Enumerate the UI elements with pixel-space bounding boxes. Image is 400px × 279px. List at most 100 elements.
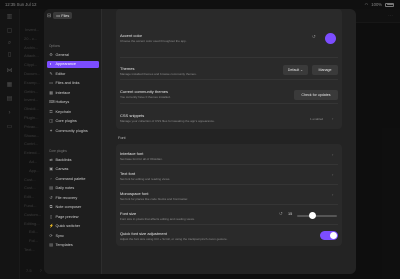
- lightning-icon: ⚡: [49, 224, 54, 229]
- sidebar-item-label: Interface: [55, 90, 71, 95]
- settings-content: Accent color Choose the accent color use…: [102, 9, 356, 274]
- sidebar-item-interface[interactable]: ▦ Interface: [47, 89, 99, 97]
- quick-font-toggle[interactable]: [320, 231, 338, 240]
- appearance-card: Accent color Choose the accent color use…: [116, 9, 342, 115]
- sidebar-item-label: Backlinks: [55, 157, 72, 162]
- sidebar-item-label: Core plugins: [55, 119, 77, 124]
- sidebar-item-core-plugins[interactable]: ◫ Core plugins: [47, 118, 99, 126]
- settings-sidebar-header: ⊟ ▭ Files: [47, 12, 73, 20]
- sidebar-item-templates[interactable]: ▤ Templates: [47, 242, 99, 250]
- accent-color-row: Accent color Choose the accent color use…: [116, 9, 342, 44]
- sidebar-item-quick-switcher[interactable]: ⚡ Quick switcher: [47, 223, 99, 231]
- text-font-desc: Set font for editing and reading views.: [120, 177, 171, 181]
- quick-font-title: Quick font size adjustment: [120, 231, 167, 236]
- css-snippets-title: CSS snippets: [120, 113, 145, 118]
- folder-icon: ▭: [56, 14, 60, 19]
- sidebar-item-hotkeys[interactable]: ⌨ Hotkeys: [47, 99, 99, 107]
- css-snippets-card: CSS snippets Manage your collection of C…: [116, 107, 342, 129]
- sidebar-item-sync[interactable]: ⟳ Sync: [47, 232, 99, 240]
- font-heading: Font: [118, 136, 126, 140]
- accent-color-title: Accent color: [120, 33, 143, 38]
- themes-row: Themes Manage installed themes and brows…: [116, 57, 342, 77]
- font-size-title: Font size: [120, 211, 137, 216]
- close-icon[interactable]: ⊟: [47, 13, 51, 19]
- text-font-title: Text font: [120, 171, 136, 176]
- template-icon: ▤: [49, 243, 53, 248]
- sidebar-item-canvas[interactable]: ▣ Canvas: [47, 166, 99, 174]
- keyboard-icon: ⌨: [49, 100, 55, 105]
- sidebar-item-daily-notes[interactable]: ▤ Daily notes: [47, 185, 99, 193]
- sidebar-item-label: Hotkeys: [55, 100, 70, 105]
- font-size-row: Font size Font size in pixels that affec…: [116, 204, 342, 224]
- text-font-row[interactable]: Text font Set font for editing and readi…: [116, 164, 342, 184]
- terminal-icon: ›: [50, 176, 52, 181]
- themes-title: Themes: [120, 66, 135, 71]
- canvas-icon: ▣: [49, 167, 53, 172]
- link-icon: ⇄: [49, 157, 53, 162]
- sidebar-item-backlinks[interactable]: ⇄ Backlinks: [47, 156, 99, 164]
- current-themes-desc: You currently have 0 themes installed.: [120, 95, 171, 99]
- reset-icon[interactable]: ↺: [279, 211, 283, 217]
- chevron-right-icon: ›: [332, 116, 334, 121]
- reset-icon[interactable]: ↺: [312, 34, 316, 40]
- chevron-right-icon: ›: [332, 152, 334, 157]
- palette-icon: ◐: [49, 62, 53, 67]
- sidebar-item-label: Sync: [55, 233, 64, 238]
- core-plugins-heading: Core plugins: [49, 149, 67, 153]
- sidebar-item-label: Community plugins: [55, 128, 88, 133]
- sidebar-item-command-palette[interactable]: › Command palette: [47, 175, 99, 183]
- css-snippets-count: 1 enabled: [310, 117, 324, 121]
- sidebar-item-page-preview[interactable]: ▯ Page preview: [47, 213, 99, 221]
- quick-font-row: Quick font size adjustment Adjust the fo…: [116, 224, 342, 246]
- sidebar-item-label: Editor: [55, 71, 66, 76]
- interface-font-row[interactable]: Interface font Set base font for all of …: [116, 144, 342, 164]
- files-button[interactable]: ▭ Files: [53, 12, 73, 20]
- sidebar-item-label: Page preview: [55, 214, 79, 219]
- sidebar-item-general[interactable]: ⚙ General: [47, 51, 99, 59]
- sidebar-item-label: General: [55, 52, 70, 57]
- check-updates-button[interactable]: Check for updates: [294, 90, 338, 100]
- sidebar-item-label: Command palette: [55, 176, 86, 181]
- sidebar-item-keychain[interactable]: ⚿ Keychain: [47, 108, 99, 116]
- interface-font-title: Interface font: [120, 151, 144, 156]
- sync-icon: ⟳: [49, 233, 53, 238]
- puzzle-icon: ✦: [49, 128, 53, 133]
- manage-themes-button[interactable]: Manage: [312, 65, 338, 75]
- plug-icon: ◫: [49, 119, 53, 124]
- accent-color-swatch[interactable]: [325, 33, 336, 44]
- history-icon: ↺: [49, 195, 53, 200]
- sidebar-item-label: Canvas: [55, 167, 69, 172]
- interface-font-desc: Set base font for all of Obsidian.: [120, 157, 163, 161]
- css-snippets-row[interactable]: CSS snippets Manage your collection of C…: [116, 107, 342, 129]
- monospace-font-row[interactable]: Monospace font Set font for places like …: [116, 184, 342, 204]
- font-size-slider-knob[interactable]: [309, 212, 316, 219]
- gear-icon: ⚙: [49, 52, 53, 57]
- sidebar-item-file-recovery[interactable]: ↺ File recovery: [47, 194, 99, 202]
- key-icon: ⚿: [49, 109, 53, 114]
- sidebar-item-editor[interactable]: ✎ Editor: [47, 70, 99, 78]
- divider: [116, 103, 342, 104]
- sidebar-item-label: Appearance: [55, 62, 76, 67]
- sidebar-item-label: Note composer: [55, 205, 82, 210]
- monospace-font-title: Monospace font: [120, 191, 149, 196]
- sidebar-item-label: Quick switcher: [55, 224, 81, 229]
- pencil-icon: ✎: [49, 71, 53, 76]
- sidebar-item-community-plugins[interactable]: ✦ Community plugins: [47, 127, 99, 135]
- font-size-value: 15: [288, 212, 293, 216]
- accent-color-desc: Choose the accent color used throughout …: [120, 39, 187, 43]
- theme-dropdown[interactable]: Default ⌄: [283, 65, 308, 75]
- folder-icon: ▭: [49, 81, 53, 86]
- monospace-font-desc: Set font for places like code blocks and…: [120, 197, 189, 201]
- current-themes-row: Current community themes You currently h…: [116, 79, 342, 100]
- sidebar-item-appearance[interactable]: ◐ Appearance: [47, 60, 99, 68]
- page-preview-icon: ▯: [49, 214, 53, 219]
- chevron-right-icon: ›: [332, 172, 334, 177]
- layout-icon: ▦: [49, 90, 53, 95]
- sidebar-item-label: Files and links: [55, 81, 80, 86]
- sidebar-item-note-composer[interactable]: ⧉ Note composer: [47, 204, 99, 212]
- css-snippets-desc: Manage your collection of CSS files for …: [120, 119, 215, 123]
- sidebar-item-label: Templates: [55, 243, 73, 248]
- font-size-slider[interactable]: [297, 215, 337, 217]
- sidebar-item-label: Keychain: [55, 109, 72, 114]
- sidebar-item-files-and-links[interactable]: ▭ Files and links: [47, 80, 99, 88]
